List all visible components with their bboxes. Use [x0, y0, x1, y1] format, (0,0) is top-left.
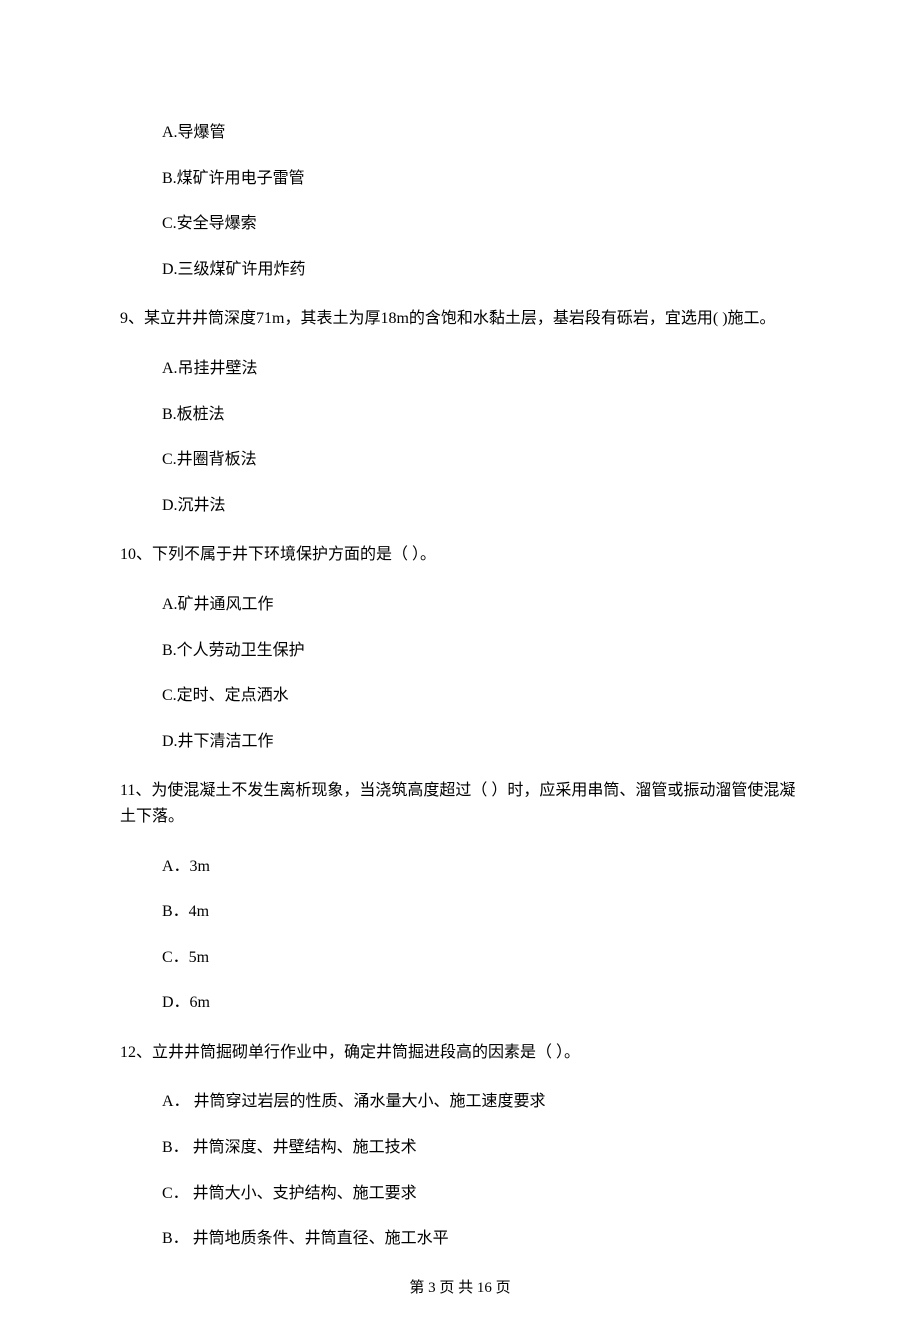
- q12-option-c: C． 井筒大小、支护结构、施工要求: [162, 1181, 800, 1207]
- q11-option-b: B．4m: [162, 899, 800, 925]
- q8-option-b: B.煤矿许用电子雷管: [162, 166, 800, 192]
- q8-option-d: D.三级煤矿许用炸药: [162, 257, 800, 283]
- q12-stem: 12、立井井筒掘砌单行作业中，确定井筒掘进段高的因素是（ ）。: [120, 1040, 800, 1066]
- q10-option-a: A.矿井通风工作: [162, 592, 800, 618]
- q10-option-d: D.井下清洁工作: [162, 729, 800, 755]
- q8-option-c: C.安全导爆索: [162, 211, 800, 237]
- q11-option-a: A．3m: [162, 854, 800, 880]
- q11-option-d: D．6m: [162, 990, 800, 1016]
- page-footer: 第 3 页 共 16 页: [0, 1276, 920, 1300]
- q9-option-d: D.沉井法: [162, 493, 800, 519]
- q9-option-b: B.板桩法: [162, 402, 800, 428]
- q9-option-a: A.吊挂井壁法: [162, 356, 800, 382]
- q9-option-c: C.井圈背板法: [162, 447, 800, 473]
- document-body: A.导爆管 B.煤矿许用电子雷管 C.安全导爆索 D.三级煤矿许用炸药 9、某立…: [0, 0, 920, 1332]
- q11-option-c: C．5m: [162, 945, 800, 971]
- q12-option-b: B． 井筒深度、井壁结构、施工技术: [162, 1135, 800, 1161]
- q12-option-d: B． 井筒地质条件、井筒直径、施工水平: [162, 1226, 800, 1252]
- q8-option-a: A.导爆管: [162, 120, 800, 146]
- q10-stem: 10、下列不属于井下环境保护方面的是（ ）。: [120, 542, 800, 568]
- q10-option-b: B.个人劳动卫生保护: [162, 638, 800, 664]
- q11-stem: 11、为使混凝土不发生离析现象，当浇筑高度超过（ ）时，应采用串筒、溜管或振动溜…: [120, 778, 800, 829]
- q10-option-c: C.定时、定点洒水: [162, 683, 800, 709]
- q9-stem: 9、某立井井筒深度71m，其表土为厚18m的含饱和水黏土层，基岩段有砾岩，宜选用…: [120, 306, 800, 332]
- q12-option-a: A． 井筒穿过岩层的性质、涌水量大小、施工速度要求: [162, 1089, 800, 1115]
